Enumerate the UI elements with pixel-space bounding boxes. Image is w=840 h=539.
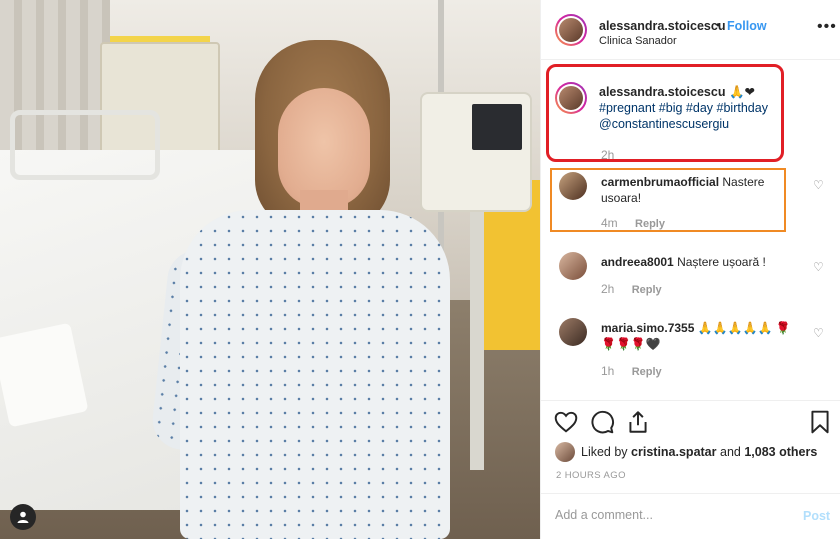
likes-count-link[interactable]: 1,083 others — [744, 445, 817, 459]
comment-username[interactable]: carmenbrumaofficial — [601, 175, 719, 189]
avatar — [559, 86, 583, 110]
comment-time[interactable]: 1h — [601, 364, 614, 378]
caption-emoji: 🙏❤ — [728, 85, 755, 99]
add-comment-bar: Post — [541, 493, 840, 539]
post-photo[interactable] — [0, 0, 540, 539]
mention-link[interactable]: @constantinescusergiu — [599, 117, 729, 131]
heart-icon[interactable]: ♡ — [813, 326, 824, 340]
heart-icon[interactable]: ♡ — [813, 178, 824, 192]
post-location[interactable]: Clinica Sanador — [599, 35, 677, 47]
heart-icon[interactable] — [553, 409, 579, 435]
avatar[interactable] — [559, 252, 587, 280]
bookmark-icon[interactable] — [807, 409, 833, 435]
share-icon[interactable] — [625, 409, 651, 435]
hashtag-link[interactable]: #pregnant — [599, 101, 655, 115]
comment-body: Naștere ușoară ! — [677, 255, 766, 269]
caption-text: alessandra.stoicescu 🙏❤ #pregnant #big #… — [599, 84, 789, 132]
likes-middle: and — [720, 445, 741, 459]
likes-prefix: Liked by — [581, 445, 628, 459]
comment-text: andreea8001 Naștere ușoară ! — [601, 254, 791, 270]
avatar[interactable] — [559, 318, 587, 346]
comment-username[interactable]: maria.simo.7355 — [601, 321, 694, 335]
comment-input[interactable] — [555, 508, 785, 522]
reply-button[interactable]: Reply — [635, 218, 665, 230]
photo-bed-rail — [10, 110, 160, 180]
photo-monitor-screen — [472, 104, 522, 150]
avatar — [559, 18, 583, 42]
caption-username[interactable]: alessandra.stoicescu — [599, 85, 725, 99]
reply-button[interactable]: Reply — [632, 284, 662, 296]
likes-user-link[interactable]: cristina.spatar — [631, 445, 716, 459]
more-options-icon[interactable]: ••• — [817, 18, 837, 36]
avatar[interactable] — [555, 442, 575, 462]
post-button[interactable]: Post — [803, 509, 830, 523]
avatar[interactable] — [559, 172, 587, 200]
photo-person — [149, 40, 452, 539]
comment-icon[interactable] — [589, 409, 615, 435]
header-separator: • — [716, 18, 721, 32]
action-bar — [541, 400, 840, 440]
person-gown — [180, 210, 450, 539]
hashtag-link[interactable]: #day — [686, 101, 713, 115]
hashtag-link[interactable]: #big — [659, 101, 683, 115]
follow-button[interactable]: Follow — [727, 19, 767, 33]
comment-time[interactable]: 2h — [601, 282, 614, 296]
likes-summary: Liked by cristina.spatar and 1,083 other… — [555, 442, 835, 462]
caption-avatar-ring[interactable] — [555, 82, 587, 114]
comment-meta: 4m Reply — [601, 216, 665, 230]
author-avatar-ring[interactable] — [555, 14, 587, 46]
post-panel: alessandra.stoicescu • Follow Clinica Sa… — [540, 0, 840, 539]
comment-meta: 1h Reply — [601, 364, 662, 378]
likes-text: Liked by cristina.spatar and 1,083 other… — [581, 445, 817, 459]
heart-icon[interactable]: ♡ — [813, 260, 824, 274]
comment-meta: 2h Reply — [601, 282, 662, 296]
caption-time[interactable]: 2h — [601, 148, 614, 162]
comment-time[interactable]: 4m — [601, 216, 618, 230]
post-timestamp[interactable]: 2 HOURS AGO — [556, 470, 626, 481]
reply-button[interactable]: Reply — [632, 366, 662, 378]
post-header: alessandra.stoicescu • Follow Clinica Sa… — [541, 0, 840, 60]
user-icon[interactable] — [10, 504, 36, 530]
comment-text: carmenbrumaofficial Nastere usoara! — [601, 174, 791, 206]
comment-username[interactable]: andreea8001 — [601, 255, 674, 269]
author-username[interactable]: alessandra.stoicescu — [599, 19, 725, 33]
hashtag-link[interactable]: #birthday — [717, 101, 768, 115]
comment-text: maria.simo.7355 🙏🙏🙏🙏🙏 🌹🌹🌹🌹🖤 — [601, 320, 791, 352]
photo-monitor-stand — [470, 200, 484, 470]
